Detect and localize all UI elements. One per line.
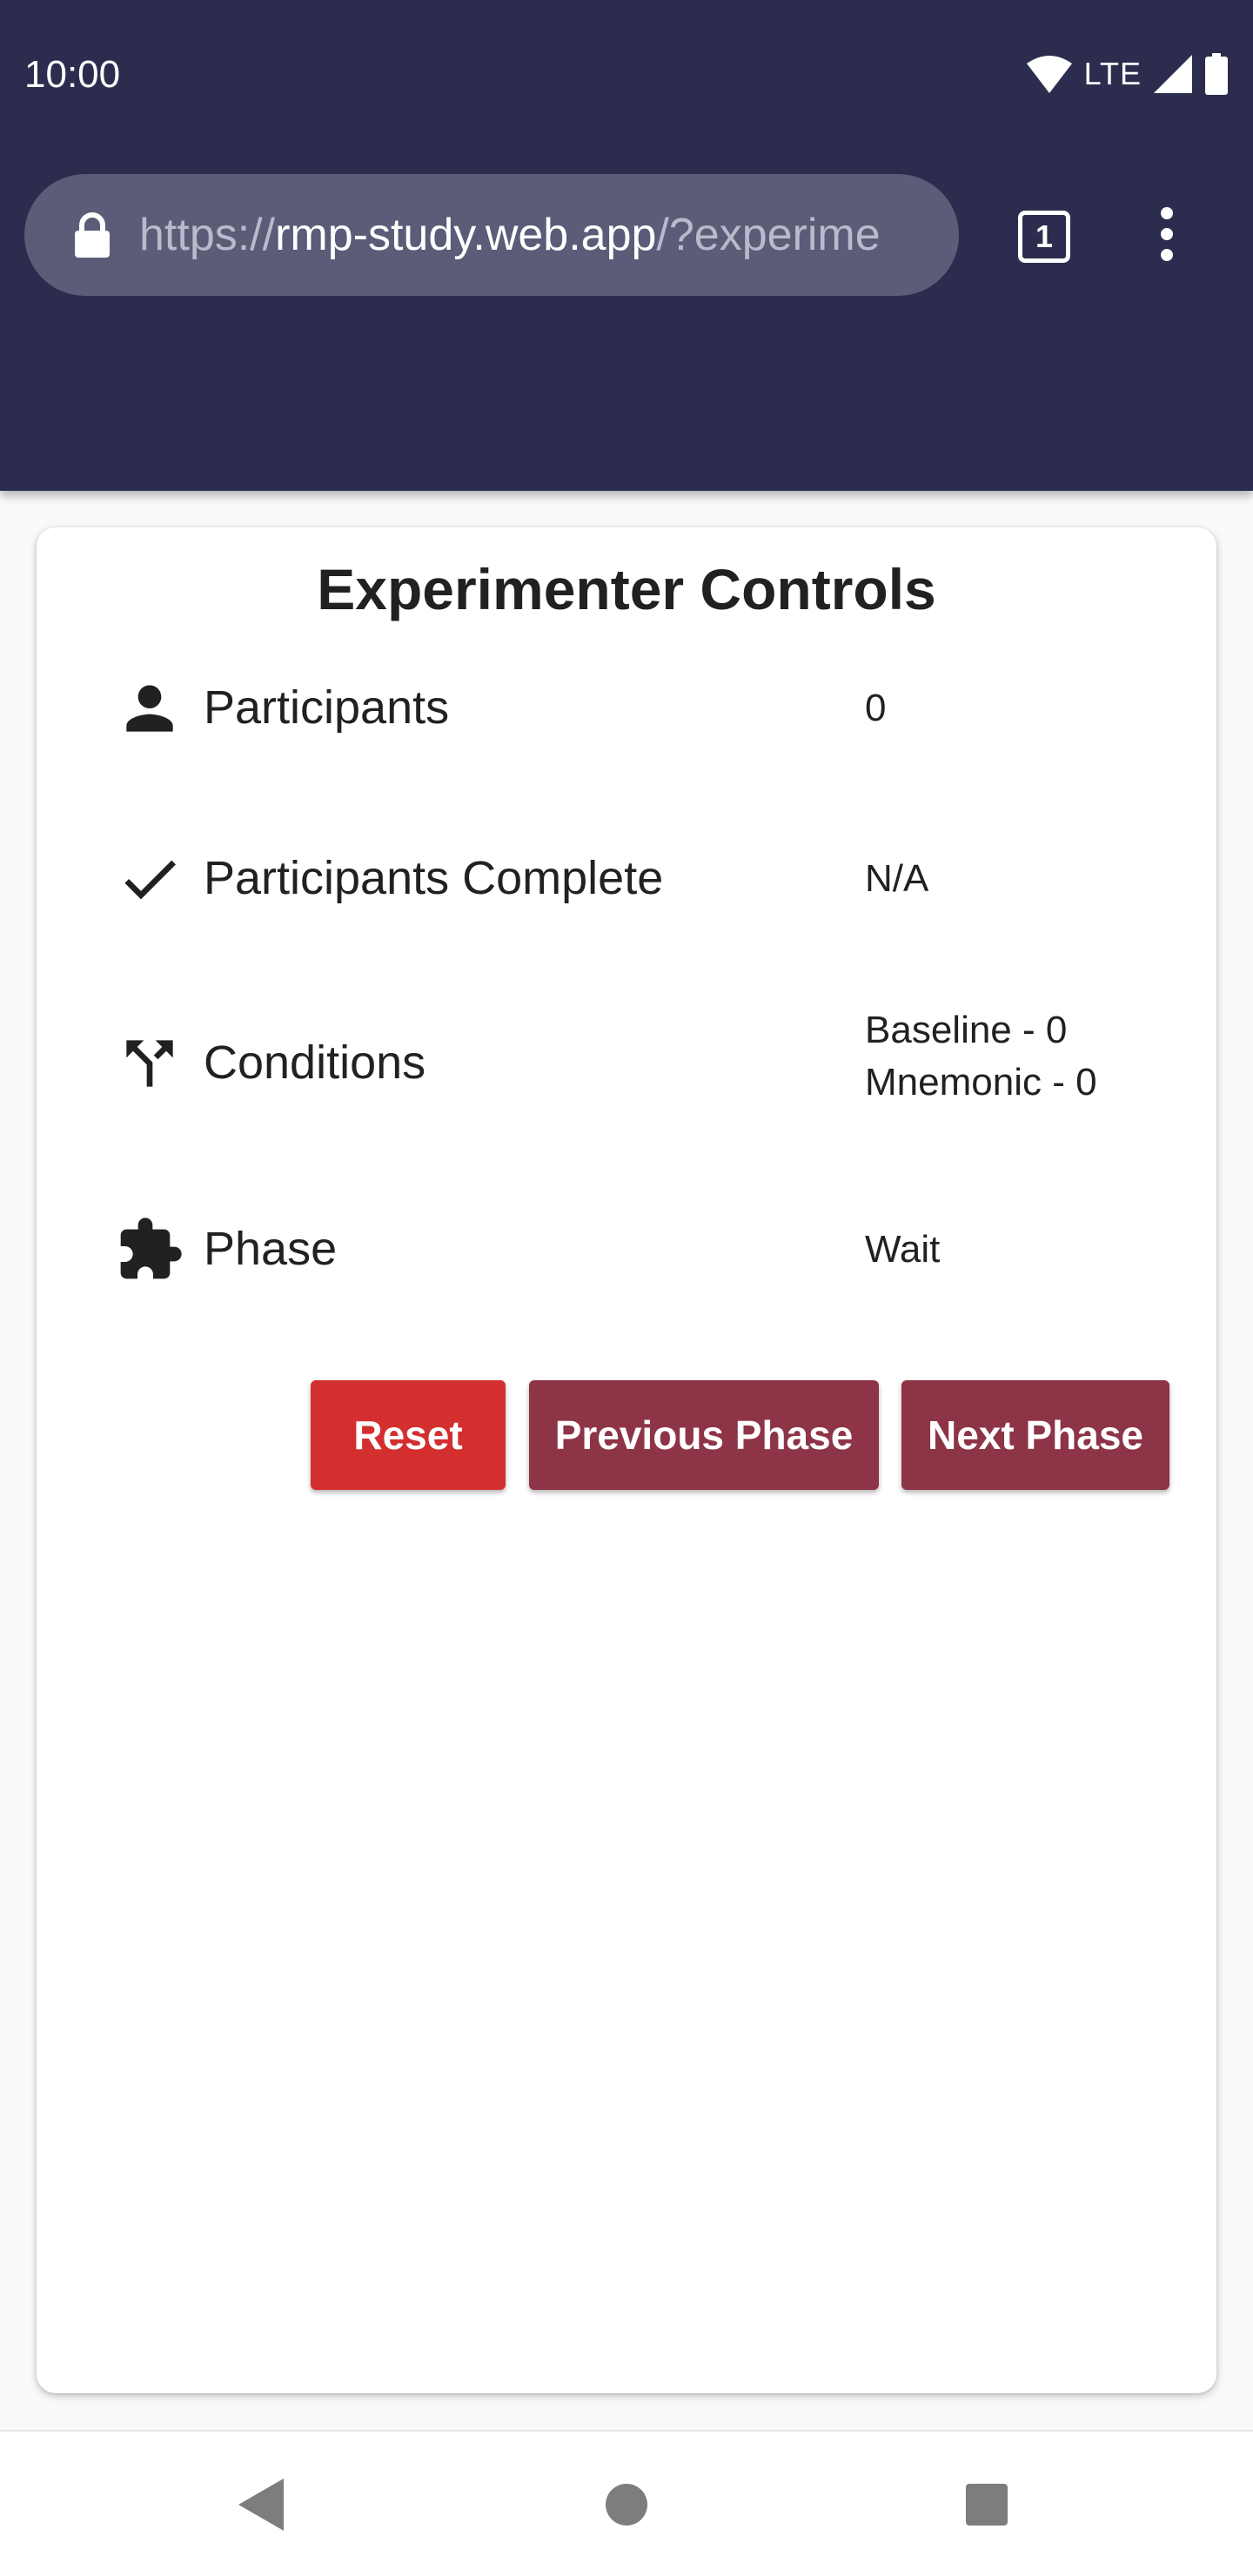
menu-dot [1161,228,1173,240]
home-icon[interactable] [604,2482,649,2527]
next-phase-button[interactable]: Next Phase [901,1380,1169,1490]
participants-label: Participants [204,681,450,734]
conditions-baseline-value: Baseline - 0 [865,1009,1068,1051]
battery-icon [1205,53,1228,95]
url-host: rmp-study.web.app [275,210,657,260]
participants-complete-value: N/A [865,857,929,900]
conditions-label: Conditions [204,1036,426,1089]
url-bar[interactable]: https://rmp-study.web.app/?experime [24,174,959,296]
status-icons: LTE [1026,52,1229,96]
url-fade [924,174,959,296]
network-type: LTE [1083,56,1142,91]
back-icon[interactable] [237,2477,285,2532]
signal-icon [1154,55,1192,93]
participants-complete-label: Participants Complete [204,852,664,904]
reset-button[interactable]: Reset [311,1380,506,1490]
url-scheme: https:// [139,210,276,260]
experimenter-controls-card: Experimenter Controls Participants 0 Par… [37,527,1216,2393]
card-title: Experimenter Controls [317,557,936,621]
participants-value: 0 [865,687,887,729]
check-icon [124,860,176,900]
tab-count: 1 [1018,211,1070,263]
url-text: https://rmp-study.web.app/?experime [139,174,948,296]
wifi-icon [1026,56,1072,93]
conditions-mnemonic-value: Mnemonic - 0 [865,1061,1097,1104]
menu-dot [1161,249,1173,261]
tab-switcher-button[interactable]: 1 [1015,207,1070,263]
call-split-icon [126,1040,173,1087]
menu-dot [1161,207,1173,219]
url-path: /?experime [656,210,881,260]
previous-phase-button[interactable]: Previous Phase [529,1380,879,1490]
person-icon [126,685,173,732]
screen: 10:00 LTE https://rmp-study.web.app/?exp… [0,0,1253,2576]
lock-icon [75,212,110,258]
phase-label: Phase [204,1223,338,1275]
recents-icon[interactable] [964,2482,1009,2527]
overflow-menu-button[interactable] [1147,205,1189,263]
status-bar: 10:00 LTE [0,0,1253,150]
status-time: 10:00 [24,53,121,96]
puzzle-icon [120,1218,182,1279]
system-navigation-bar [0,2430,1253,2576]
phase-value: Wait [865,1228,941,1271]
browser-top-bar: 10:00 LTE https://rmp-study.web.app/?exp… [0,0,1253,491]
